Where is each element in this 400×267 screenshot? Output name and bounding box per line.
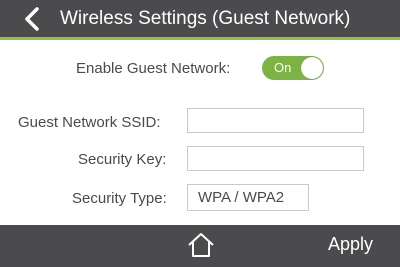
- ssid-input[interactable]: [187, 108, 364, 133]
- enable-guest-network-label: Enable Guest Network:: [76, 60, 231, 77]
- header-bar: Wireless Settings (Guest Network): [0, 0, 400, 37]
- footer-bar: Apply: [0, 225, 400, 267]
- page-title: Wireless Settings (Guest Network): [60, 8, 351, 29]
- back-button[interactable]: [22, 6, 44, 32]
- home-icon: [188, 233, 214, 257]
- security-type-label: Security Type:: [72, 190, 167, 207]
- security-type-select[interactable]: WPA / WPA2: [187, 184, 309, 211]
- apply-button[interactable]: Apply: [328, 234, 373, 255]
- header-accent-line: [0, 37, 400, 40]
- toggle-state-label: On: [274, 60, 292, 75]
- security-key-input[interactable]: [187, 146, 364, 171]
- toggle-knob: [301, 57, 323, 79]
- enable-guest-network-toggle[interactable]: On: [262, 56, 324, 80]
- chevron-left-icon: [25, 7, 39, 31]
- home-button[interactable]: [187, 232, 215, 258]
- security-key-label: Security Key:: [78, 151, 167, 168]
- ssid-label: Guest Network SSID:: [18, 114, 161, 131]
